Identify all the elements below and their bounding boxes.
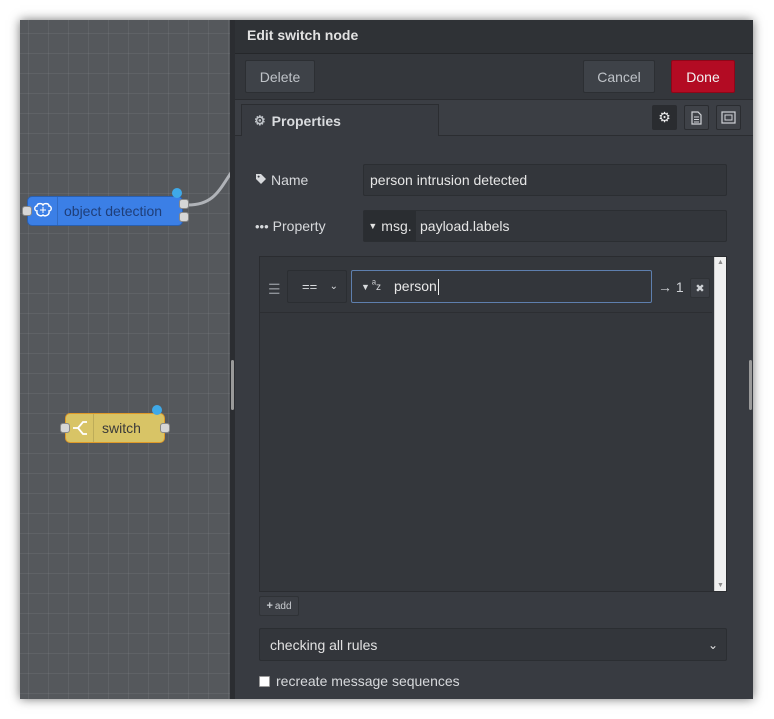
object-detection-node[interactable]: object detection: [27, 196, 183, 226]
node-label: switch: [102, 420, 141, 436]
resize-handle[interactable]: [231, 360, 234, 410]
rules-scrollbar[interactable]: ▲ ▼: [714, 257, 726, 591]
output-number: → 1: [658, 279, 684, 295]
tray-title: Edit switch node: [247, 27, 359, 43]
plus-icon: +: [266, 600, 273, 612]
cancel-button[interactable]: Cancel: [583, 60, 655, 93]
switch-node[interactable]: switch: [65, 413, 165, 443]
switch-icon: [66, 414, 94, 442]
operator-select[interactable]: == ⌄: [287, 270, 347, 303]
name-value: person intrusion detected: [370, 172, 528, 188]
name-label: Name: [255, 172, 308, 188]
output-port[interactable]: [179, 212, 189, 222]
property-label: ••• Property: [255, 218, 326, 234]
drag-handle-icon[interactable]: ☰: [268, 281, 281, 298]
output-port[interactable]: [179, 199, 189, 209]
input-port[interactable]: [22, 206, 32, 216]
settings-tab-icon[interactable]: ⚙: [652, 105, 677, 130]
tab-properties[interactable]: ⚙ Properties: [241, 104, 439, 136]
properties-form: Name person intrusion detected ••• Prope…: [235, 136, 753, 699]
rule-value-input[interactable]: ▼ ᵃz person: [351, 270, 652, 303]
output-port[interactable]: [160, 423, 170, 433]
tab-strip: ⚙ Properties ⚙: [235, 100, 753, 136]
chevron-down-icon: ⌄: [329, 281, 338, 292]
string-type-icon[interactable]: ▼ ᵃz: [352, 279, 390, 293]
tag-icon: [255, 173, 267, 188]
document-icon: [691, 110, 702, 125]
rule-row: ☰ == ⌄ ▼ ᵃz person → 1 ✖: [260, 257, 712, 313]
description-tab-icon[interactable]: [684, 105, 709, 130]
property-type-button[interactable]: ▼ msg.: [364, 211, 416, 241]
ellipsis-icon: •••: [255, 218, 269, 234]
rules-list: ☰ == ⌄ ▼ ᵃz person → 1 ✖ ▲ ▼: [259, 256, 727, 592]
rule-mode-select[interactable]: checking all rules ⌄: [259, 628, 727, 661]
flow-workspace[interactable]: object detection switch: [20, 20, 233, 699]
tray-header: Edit switch node: [235, 20, 753, 54]
appearance-tab-icon[interactable]: [716, 105, 741, 130]
rule-value: person: [394, 277, 439, 296]
gear-icon: ⚙: [254, 112, 266, 128]
name-input[interactable]: person intrusion detected: [363, 164, 727, 196]
gear-icon: ⚙: [658, 109, 671, 125]
wire-connection: [187, 169, 233, 207]
caret-down-icon: ▼: [368, 221, 378, 231]
scroll-down-icon[interactable]: ▼: [717, 582, 724, 589]
changed-indicator: [152, 405, 162, 415]
add-rule-button[interactable]: + add: [259, 596, 299, 616]
appearance-icon: [721, 111, 736, 124]
remove-rule-button[interactable]: ✖: [690, 278, 710, 298]
edit-tray: Edit switch node Delete Cancel Done ⚙ Pr…: [235, 20, 753, 699]
recreate-sequences-label: recreate message sequences: [276, 673, 460, 689]
done-button[interactable]: Done: [671, 60, 735, 93]
brain-icon: [28, 197, 58, 225]
scroll-up-icon[interactable]: ▲: [717, 259, 724, 266]
changed-indicator: [172, 188, 182, 198]
recreate-sequences-checkbox[interactable]: [259, 675, 270, 687]
tray-resize-handle[interactable]: [749, 360, 752, 410]
chevron-down-icon: ⌄: [707, 637, 718, 652]
tab-label: Properties: [271, 112, 341, 129]
close-icon: ✖: [695, 282, 705, 295]
app-window: object detection switch Edit switch node…: [20, 20, 753, 699]
delete-button[interactable]: Delete: [245, 60, 315, 93]
property-input[interactable]: ▼ msg. payload.labels: [363, 210, 727, 242]
recreate-sequences-row: recreate message sequences: [259, 673, 460, 689]
property-value: payload.labels: [420, 218, 510, 234]
node-label: object detection: [64, 203, 163, 219]
input-port[interactable]: [60, 423, 70, 433]
tray-toolbar: Delete Cancel Done: [235, 54, 753, 100]
